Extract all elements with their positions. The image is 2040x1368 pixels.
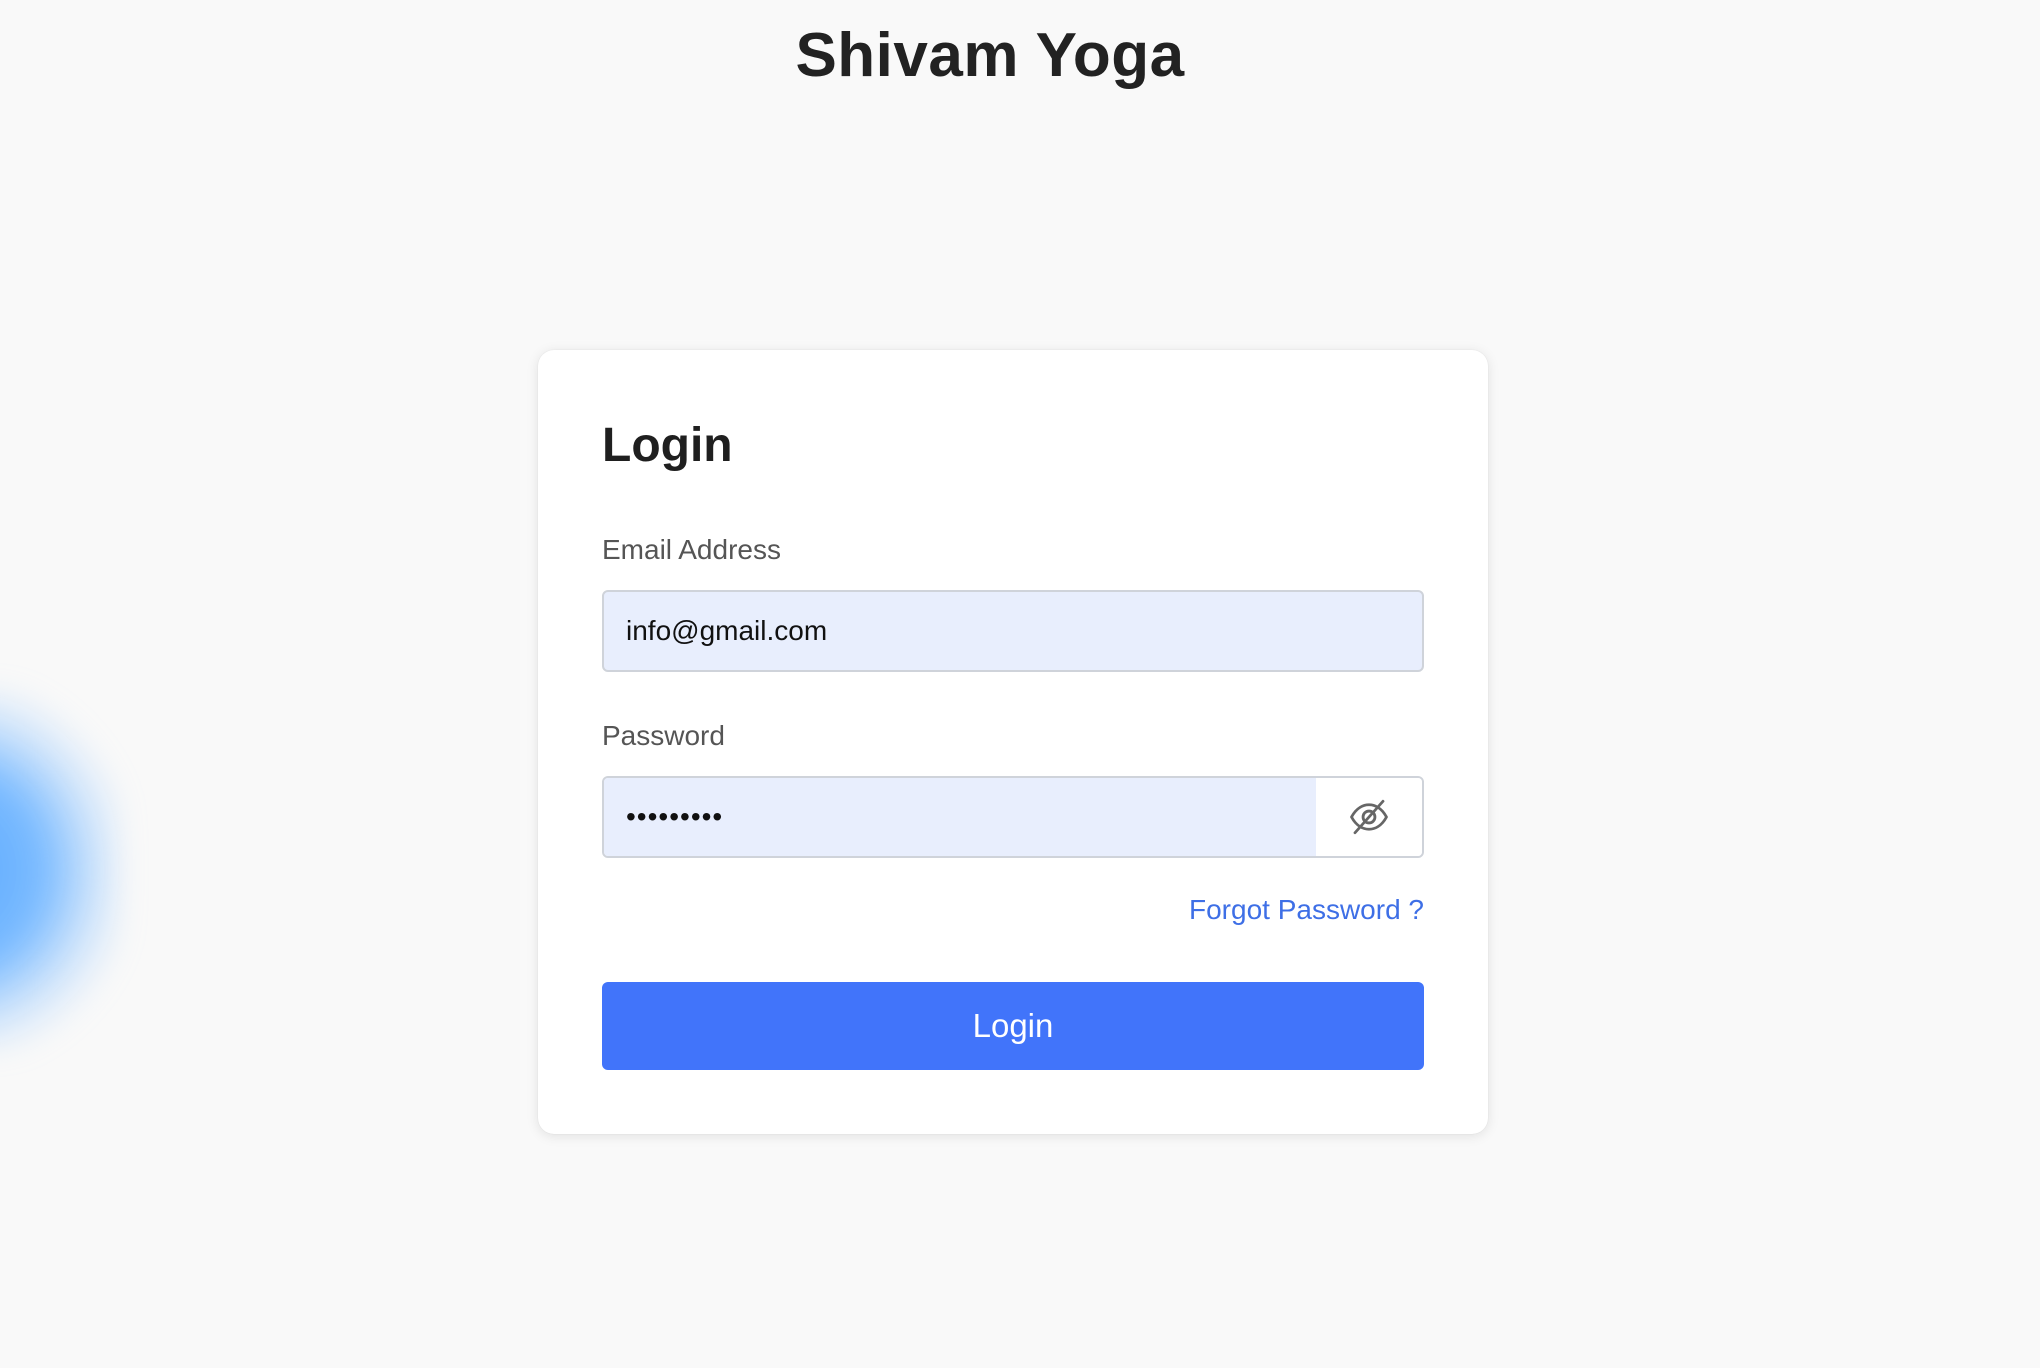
password-field[interactable]: ••••••••• <box>604 778 1316 856</box>
eye-slash-icon <box>1350 799 1388 835</box>
password-label: Password <box>602 720 725 751</box>
login-page: Shivam Yoga Login Email Address info@gma… <box>0 0 2040 1368</box>
password-masked-value: ••••••••• <box>626 801 724 832</box>
forgot-password-link[interactable]: Forgot Password ? <box>1189 894 1424 926</box>
password-input-group: ••••••••• <box>602 776 1424 858</box>
email-label: Email Address <box>602 534 781 565</box>
email-field[interactable]: info@gmail.com <box>602 590 1424 672</box>
login-button[interactable]: Login <box>602 982 1424 1070</box>
login-card: Login Email Address info@gmail.com Passw… <box>538 350 1488 1134</box>
brand-title: Shivam Yoga <box>795 21 1185 90</box>
decorative-blue-blob <box>0 690 120 1050</box>
login-heading: Login <box>602 419 733 472</box>
toggle-password-visibility-button[interactable] <box>1316 778 1422 856</box>
email-value: info@gmail.com <box>626 615 828 646</box>
